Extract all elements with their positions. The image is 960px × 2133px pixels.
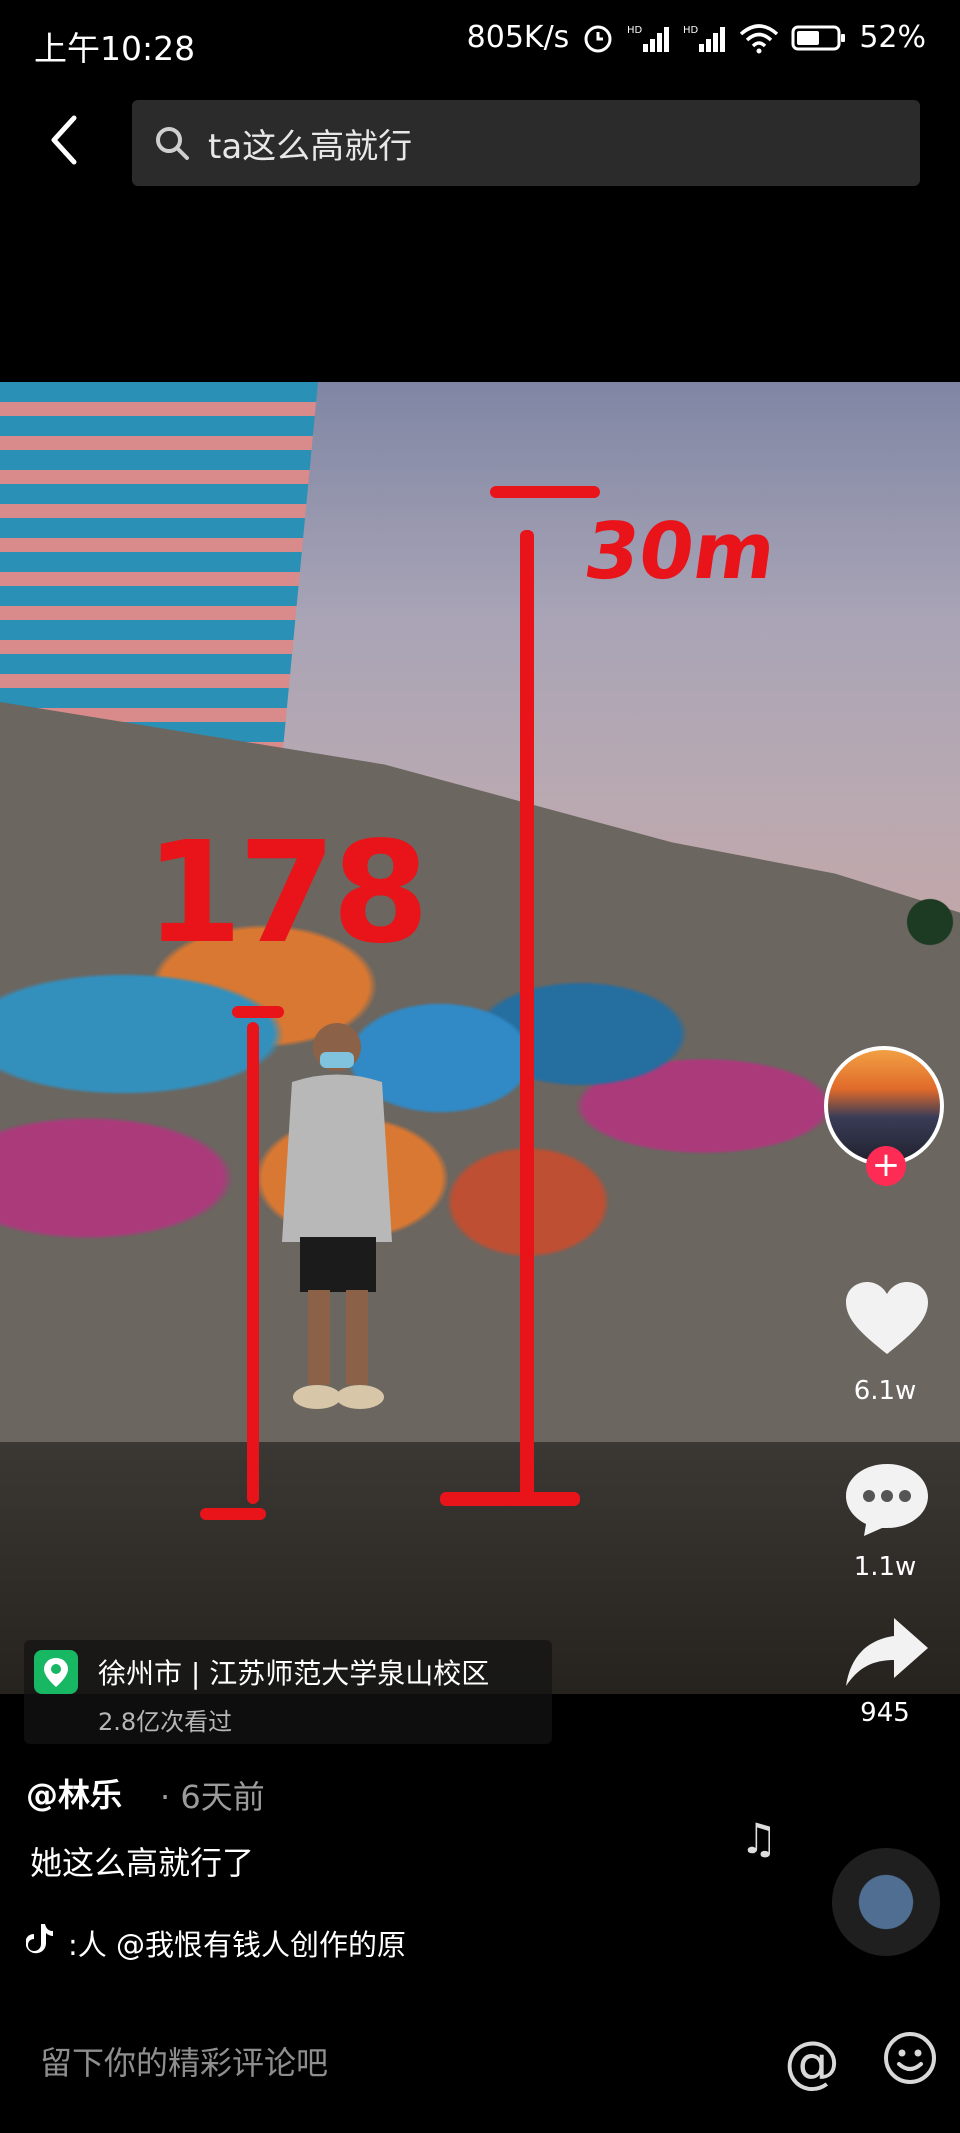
person-figure <box>282 1023 392 1409</box>
search-query: ta这么高就行 <box>208 126 413 167</box>
comment-bubble-icon[interactable] <box>842 1458 932 1538</box>
status-indicators: 805K/s HD HD 52% <box>467 20 926 55</box>
wifi-icon <box>740 23 779 53</box>
svg-text:HD: HD <box>683 25 699 36</box>
plus-icon: + <box>871 1145 901 1185</box>
svg-text:HD: HD <box>627 25 643 36</box>
post-time: · 6天前 <box>160 1778 265 1816</box>
tall-mark-bottom <box>440 1492 580 1506</box>
video-player[interactable]: 30m 178 <box>0 382 960 1694</box>
author-name[interactable]: @林乐 <box>26 1770 122 1816</box>
post-caption: 她这么高就行了 <box>30 1844 255 1882</box>
alarm-icon <box>584 25 612 52</box>
share-count: 945 <box>860 1698 910 1728</box>
tiktok-icon <box>26 1924 53 1954</box>
follow-button[interactable]: + <box>866 1146 906 1186</box>
short-mark-bottom <box>200 1508 266 1520</box>
comment-input[interactable]: 留下你的精彩评论吧 <box>40 2038 328 2084</box>
location-pin-icon <box>34 1650 78 1694</box>
tree <box>900 882 960 962</box>
short-mark-line <box>247 1022 259 1504</box>
location-card[interactable]: 徐州市 | 江苏师范大学泉山校区 2.8亿次看过 <box>24 1640 552 1744</box>
status-time: 上午10:28 <box>34 29 196 68</box>
chevron-left-icon <box>51 115 77 165</box>
tall-height-label: 30m <box>578 507 782 597</box>
location-title: 徐州市 | 江苏师范大学泉山校区 <box>98 1657 490 1690</box>
at-mention-icon[interactable]: @ <box>784 2030 840 2095</box>
graffiti-art <box>0 842 880 1322</box>
like-count: 6.1w <box>853 1376 917 1406</box>
comment-count: 1.1w <box>853 1552 917 1582</box>
battery-percent: 52% <box>859 20 926 55</box>
music-text: :人 @我恨有钱人创作的原 <box>68 1928 406 1962</box>
music-note-icon: ♫ <box>740 1814 778 1863</box>
emoji-icon[interactable] <box>882 2030 938 2086</box>
music-disc[interactable] <box>832 1848 940 1956</box>
network-speed: 805K/s <box>466 20 570 55</box>
music-info[interactable]: :人 @我恨有钱人创作的原 <box>26 1922 406 1964</box>
signal-icon-2: HD <box>683 25 726 52</box>
search-icon <box>156 127 189 160</box>
search-bar[interactable]: ta这么高就行 <box>132 100 920 186</box>
battery-icon <box>791 25 846 50</box>
signal-icon-1: HD <box>627 25 670 52</box>
tall-mark-top <box>490 486 600 498</box>
share-arrow-icon[interactable] <box>842 1612 932 1692</box>
short-height-label: 178 <box>145 812 429 975</box>
back-button[interactable] <box>44 110 84 170</box>
like-heart-icon[interactable] <box>842 1278 932 1358</box>
location-views: 2.8亿次看过 <box>98 1708 233 1736</box>
short-mark-top <box>232 1006 284 1018</box>
tall-mark-line <box>520 530 534 1498</box>
